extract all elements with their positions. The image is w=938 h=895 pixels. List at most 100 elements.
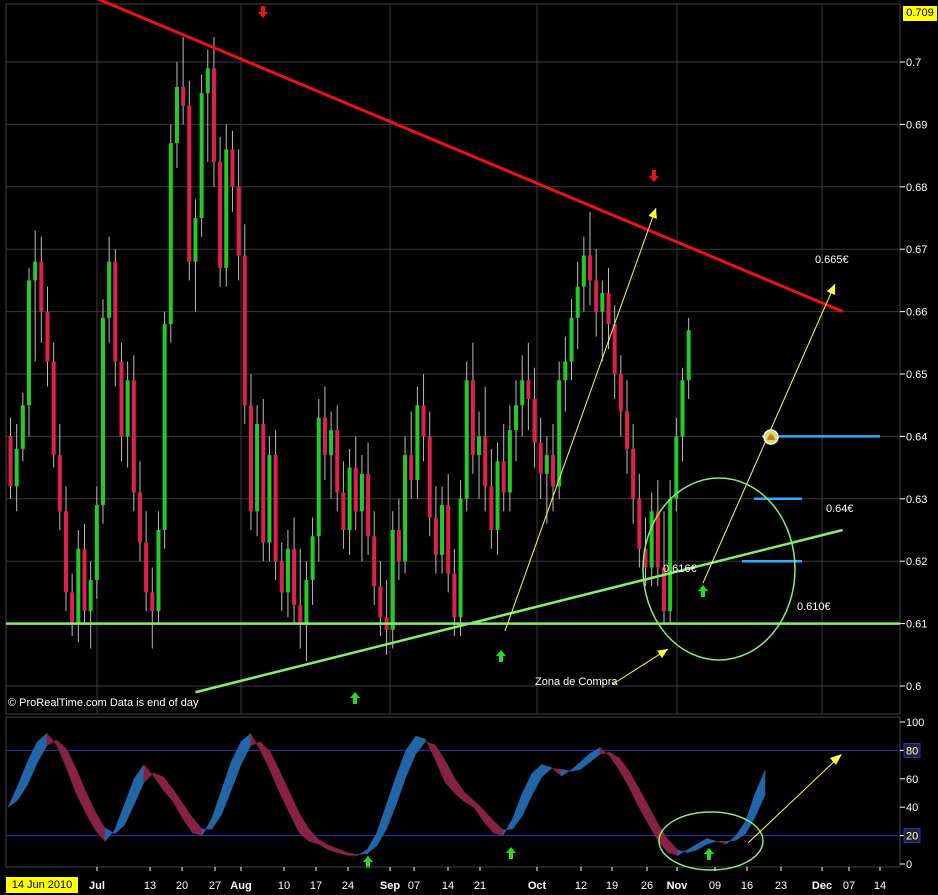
x-tick-label: 27 [209, 880, 221, 892]
oscillator-segment [599, 747, 610, 757]
up-candle [26, 267, 31, 437]
oscillator-segment [211, 790, 222, 830]
candle-body [224, 149, 229, 268]
signal-arrow-shape [698, 585, 708, 597]
level-0616-label: 0.616€ [663, 563, 697, 575]
down-candle [137, 461, 142, 562]
sell-signal-arrow [258, 6, 268, 18]
oscillator-segment [415, 735, 426, 755]
candle-body [310, 536, 315, 580]
down-candle [119, 342, 124, 462]
oscillator-segment [308, 828, 319, 845]
buy-signal-arrow [496, 650, 506, 662]
candle-body [181, 86, 186, 106]
signal-arrow-shape [704, 848, 714, 860]
x-tick-label: 24 [342, 880, 354, 892]
down-candle [501, 423, 506, 512]
down-candle [631, 423, 636, 524]
candle-body [144, 542, 149, 593]
candle-body [230, 149, 235, 187]
oscillator-segment [298, 811, 310, 842]
up-candle [174, 62, 179, 169]
up-candle [347, 448, 352, 555]
down-candle [211, 37, 216, 187]
candle-body [563, 361, 568, 381]
oscillator-segment [36, 732, 48, 765]
oscillator-segment [27, 741, 38, 786]
oscillator-segment [65, 748, 77, 794]
down-candle [446, 473, 451, 593]
candle-body [495, 461, 500, 530]
down-candle [150, 567, 155, 649]
down-candle [57, 423, 62, 530]
candle-body [168, 143, 173, 325]
down-candle [113, 249, 118, 387]
up-candle [162, 311, 167, 549]
oscillator-segment [337, 848, 348, 856]
up-candle [680, 367, 685, 462]
candle-body [70, 592, 75, 624]
up-candle [329, 411, 334, 499]
down-candle [655, 480, 660, 587]
x-tick-label: Oct [528, 880, 547, 892]
candle-body [433, 517, 438, 555]
candle-body [218, 161, 223, 268]
candle-body [470, 380, 475, 456]
down-candle [187, 80, 192, 281]
x-tick-label: 23 [775, 880, 787, 892]
x-tick-label: 21 [474, 880, 486, 892]
x-tick-label: 14 [442, 880, 454, 892]
osc-buy-signal-arrow [506, 847, 516, 859]
osc-buy-signal-arrow [363, 856, 373, 868]
arrow-head [657, 649, 668, 659]
oscillator-segment [522, 773, 533, 816]
oscillator-segment [677, 849, 688, 856]
up-candle [316, 398, 321, 562]
up-candle [581, 236, 586, 312]
down-candle [625, 380, 629, 474]
oscillator-segment [667, 838, 678, 856]
up-candle [359, 455, 364, 562]
oscillator-segment [357, 849, 368, 856]
oscillator-segment [143, 763, 154, 784]
x-tick-label: Sep [380, 880, 400, 892]
candle-body [236, 186, 241, 256]
up-candle [205, 49, 210, 162]
oscillator-segment [502, 817, 513, 837]
candle-body [409, 455, 414, 481]
up-candle [440, 486, 445, 574]
candle-body [421, 405, 426, 437]
up-candle [600, 280, 605, 362]
candle-body [637, 498, 642, 549]
signal-arrow-shape [350, 692, 360, 704]
oscillator-segment [17, 761, 28, 801]
down-candle [131, 355, 136, 512]
candle-body [273, 455, 278, 562]
oscillator-segment [493, 819, 504, 836]
candle-body [261, 423, 266, 543]
oscillator-segment [609, 751, 620, 772]
y-tick-label: 0.68 [906, 182, 927, 194]
up-candle [520, 355, 525, 437]
oscillator-segment [95, 811, 106, 842]
candle-body [187, 105, 192, 262]
oscillator-segment [75, 768, 86, 813]
down-candle [261, 398, 266, 562]
candle-body [464, 380, 469, 499]
down-candle [483, 386, 488, 512]
oscillator-segment [114, 804, 125, 835]
candle-body [26, 280, 31, 406]
candle-body [581, 255, 586, 287]
oscillator-segment [560, 769, 572, 777]
oscillator-segment [289, 791, 300, 833]
up-candle [310, 517, 315, 605]
candle-body [88, 579, 93, 612]
candle-body [372, 536, 377, 587]
candle-body [242, 255, 247, 406]
oscillator-segment [483, 809, 494, 834]
alert-bell-icon [763, 429, 779, 445]
candle-body [162, 324, 167, 530]
oscillator-segment [444, 759, 455, 794]
down-candle [335, 405, 340, 512]
y-tick-label: 0.61 [906, 619, 927, 631]
